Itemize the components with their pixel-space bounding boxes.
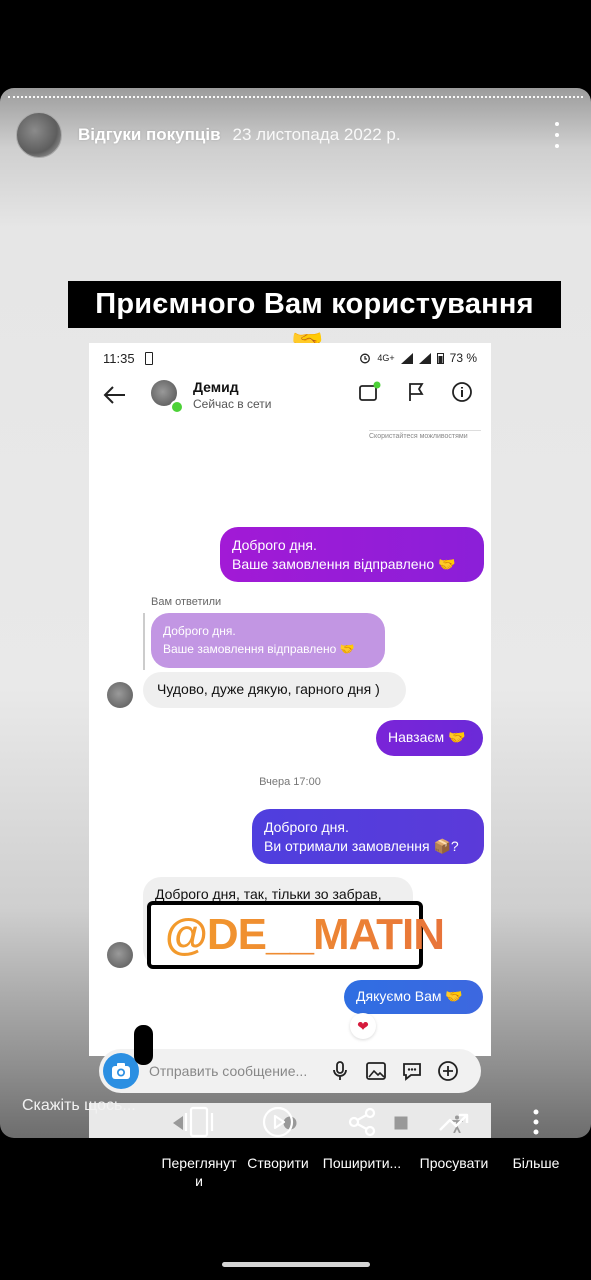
gallery-icon[interactable] — [365, 1060, 387, 1082]
create-icon — [240, 1102, 316, 1142]
action-label: Поширити... — [322, 1155, 402, 1171]
story-actions: Переглянут и Створити Поширити... Просув… — [150, 1102, 591, 1192]
signal-icon — [400, 352, 413, 364]
story-options-icon[interactable] — [547, 122, 567, 148]
share-button[interactable]: Поширити... — [316, 1102, 408, 1172]
message-bubble-sent[interactable]: Доброго дня. Ви отримали замовлення 📦? — [252, 809, 484, 864]
timestamp-divider: Вчера 17:00 — [259, 776, 321, 788]
add-icon[interactable] — [437, 1060, 459, 1082]
message-text: Доброго дня. — [232, 537, 317, 553]
reply-label: Вам ответили — [151, 596, 222, 608]
info-icon[interactable] — [449, 379, 475, 405]
battery-icon — [436, 353, 444, 364]
chat-header: Демид Сейчас в сети — [89, 373, 491, 417]
sender-avatar[interactable] — [107, 682, 133, 708]
message-text: Доброго дня. — [163, 624, 236, 638]
share-icon — [316, 1102, 408, 1142]
network-label: 4G+ — [377, 353, 395, 363]
story-card[interactable]: Відгуки покупців 23 листопада 2022 р. Пр… — [0, 88, 591, 1138]
alarm-icon — [360, 353, 371, 364]
action-label: Створити — [247, 1155, 309, 1171]
account-avatar[interactable] — [16, 112, 62, 158]
signal-icon-2 — [418, 352, 431, 364]
message-text: Ваше замовлення відправлено 🤝 — [232, 556, 456, 572]
more-button[interactable]: Більше — [502, 1102, 570, 1172]
message-text: Доброго дня. — [264, 819, 349, 835]
quoted-message[interactable]: Доброго дня. Ваше замовлення відправлено… — [151, 613, 385, 668]
username-sticker[interactable]: @DE__MATIN — [147, 901, 445, 969]
sender-avatar[interactable] — [107, 942, 133, 968]
back-arrow-icon[interactable] — [103, 381, 127, 412]
message-text: Ваше замовлення відправлено 🤝 — [163, 642, 355, 656]
message-input[interactable]: Отправить сообщение... — [149, 1063, 321, 1079]
contact-status: Сейчас в сети — [193, 397, 272, 411]
story-progress-bar — [8, 96, 583, 101]
story-reply-input[interactable]: Скажіть щось... — [22, 1097, 136, 1115]
more-icon — [502, 1102, 570, 1142]
online-indicator — [170, 400, 184, 414]
heart-reaction-icon: ❤ — [350, 1013, 376, 1039]
preview-button[interactable]: Переглянут и — [150, 1102, 248, 1190]
sticker-text: @DE__MATIN — [165, 910, 445, 959]
story-header: Відгуки покупців 23 листопада 2022 р. — [16, 112, 575, 158]
promote-icon — [412, 1102, 496, 1142]
home-indicator[interactable] — [222, 1262, 370, 1267]
message-bubble-sent[interactable]: Дякуємо Вам 🤝 — [344, 980, 483, 1014]
preview-icon — [150, 1102, 248, 1142]
account-name[interactable]: Відгуки покупців — [78, 125, 221, 145]
message-composer: Отправить сообщение... — [99, 1049, 481, 1093]
sticker-icon[interactable] — [401, 1060, 423, 1082]
message-bubble-sent[interactable]: Навзаєм 🤝 — [376, 720, 483, 756]
action-label: Просувати — [419, 1155, 489, 1171]
story-date: 23 листопада 2022 р. — [232, 125, 401, 144]
action-label: Більше — [512, 1155, 560, 1171]
story-caption: Приємного Вам користування — [68, 281, 561, 328]
action-label: Переглянут и — [161, 1155, 237, 1189]
create-button[interactable]: Створити — [240, 1102, 316, 1172]
contact-name[interactable]: Демид — [193, 379, 239, 395]
chat-screenshot: 11:35 4G+ 73 % Демид Сейчас в сети Скори… — [89, 343, 491, 1138]
message-bubble-sent[interactable]: Доброго дня. Ваше замовлення відправлено… — [220, 527, 484, 582]
flag-icon[interactable] — [403, 379, 429, 405]
message-text: Ви отримали замовлення 📦? — [264, 838, 459, 854]
status-time: 11:35 — [103, 350, 135, 366]
promote-button[interactable]: Просувати — [412, 1102, 496, 1172]
redaction-mark — [134, 1025, 153, 1065]
battery-saver-icon — [144, 351, 153, 365]
phone-status-bar: 11:35 4G+ 73 % — [103, 349, 477, 367]
microphone-icon[interactable] — [329, 1060, 351, 1082]
chat-note: Скористайтеся можливостями — [369, 430, 481, 440]
message-bubble-received[interactable]: Чудово, дуже дякую, гарного дня ) — [143, 672, 406, 708]
battery-percent: 73 % — [449, 351, 477, 365]
reply-line — [143, 613, 145, 670]
video-call-icon[interactable] — [357, 379, 383, 405]
